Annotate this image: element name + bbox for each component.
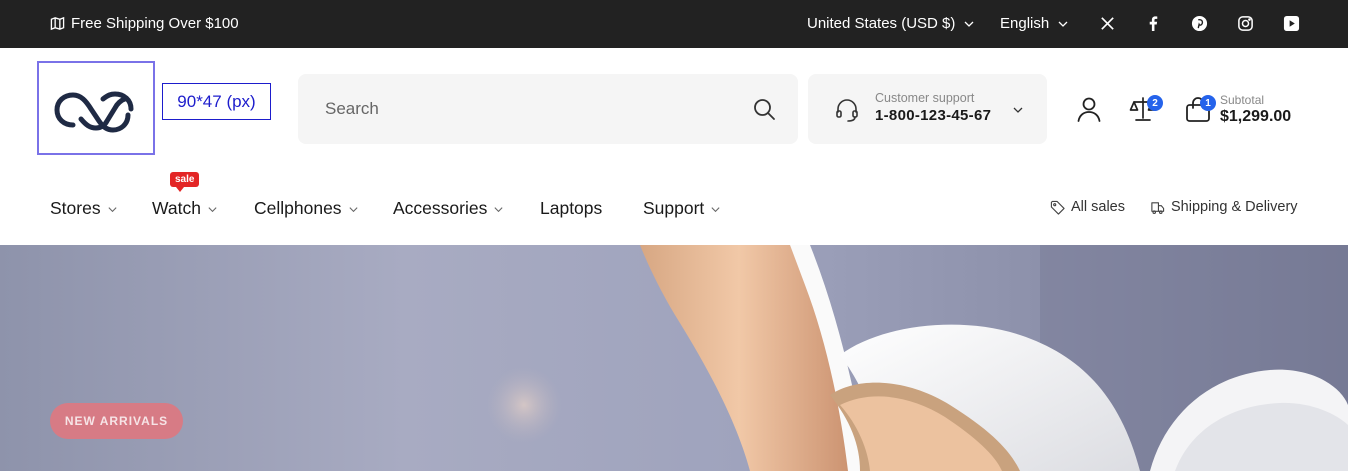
instagram-icon[interactable]: [1236, 14, 1254, 32]
hero-headphones-image: [486, 245, 1348, 471]
nav-item-laptops[interactable]: Laptops: [540, 198, 602, 219]
shipping-delivery-link[interactable]: Shipping & Delivery: [1150, 199, 1298, 215]
top-bar: Free Shipping Over $100 United States (U…: [0, 0, 1348, 48]
box-icon: [1151, 201, 1165, 214]
nav-item-stores[interactable]: Stores: [50, 198, 118, 219]
cart-subtotal[interactable]: Subtotal $1,299.00: [1220, 93, 1291, 126]
map-icon: [50, 16, 65, 31]
shipping-notice: Free Shipping Over $100: [50, 15, 239, 32]
chevron-down-icon: [108, 207, 117, 213]
support-label: Customer support: [875, 91, 975, 105]
nav-item-watch[interactable]: Watch: [152, 198, 218, 219]
youtube-icon[interactable]: [1282, 14, 1300, 32]
nav-item-label: Accessories: [393, 198, 488, 218]
nav-item-accessories[interactable]: Accessories: [393, 198, 504, 219]
chevron-down-icon: [494, 207, 503, 213]
chevron-down-icon: [1058, 21, 1068, 27]
subtotal-value: $1,299.00: [1220, 108, 1292, 125]
facebook-icon[interactable]: [1144, 14, 1162, 32]
currency-selector[interactable]: United States (USD $): [807, 15, 975, 32]
all-sales-link[interactable]: All sales: [1050, 199, 1125, 215]
user-account-icon[interactable]: [1075, 95, 1103, 123]
chevron-down-icon: [711, 207, 720, 213]
language-selector[interactable]: English: [1000, 15, 1069, 32]
logo-dimensions-label: 90*47 (px): [162, 83, 271, 120]
nav-item-label: Cellphones: [254, 198, 342, 218]
logo[interactable]: [37, 61, 155, 155]
headset-icon: [836, 99, 858, 122]
new-arrivals-tag[interactable]: NEW ARRIVALS: [50, 403, 183, 439]
pinterest-icon[interactable]: [1190, 14, 1208, 32]
customer-support[interactable]: Customer support 1-800-123-45-67: [808, 74, 1047, 144]
support-phone: 1-800-123-45-67: [875, 107, 992, 124]
nav-item-label: Laptops: [540, 198, 603, 218]
x-icon[interactable]: [1098, 14, 1116, 32]
tag-icon: [1050, 200, 1065, 215]
nav-item-label: Watch: [152, 198, 201, 218]
language-label: English: [1000, 15, 1050, 32]
nav-item-support[interactable]: Support: [643, 198, 721, 219]
chevron-down-icon: [964, 21, 974, 27]
compare-count-badge: 2: [1147, 95, 1163, 111]
search-input[interactable]: [298, 74, 738, 144]
hero-banner: NEW ARRIVALS: [0, 245, 1348, 471]
nav-item-label: Support: [643, 198, 705, 218]
logo-mark-icon: [54, 91, 134, 133]
chevron-down-icon: [208, 207, 217, 213]
subtotal-label: Subtotal: [1220, 93, 1265, 107]
chevron-down-icon: [1013, 107, 1023, 113]
cart-count-badge: 1: [1200, 95, 1216, 111]
chevron-down-icon: [349, 207, 358, 213]
shipping-delivery-label: Shipping & Delivery: [1171, 199, 1298, 215]
search-bar: [298, 74, 798, 144]
sale-badge: sale: [170, 172, 200, 192]
search-icon[interactable]: [752, 97, 776, 121]
nav-item-cellphones[interactable]: Cellphones: [254, 198, 359, 219]
currency-label: United States (USD $): [807, 15, 956, 32]
shipping-text: Free Shipping Over $100: [71, 15, 239, 32]
nav-item-label: Stores: [50, 198, 101, 218]
all-sales-label: All sales: [1071, 199, 1125, 215]
